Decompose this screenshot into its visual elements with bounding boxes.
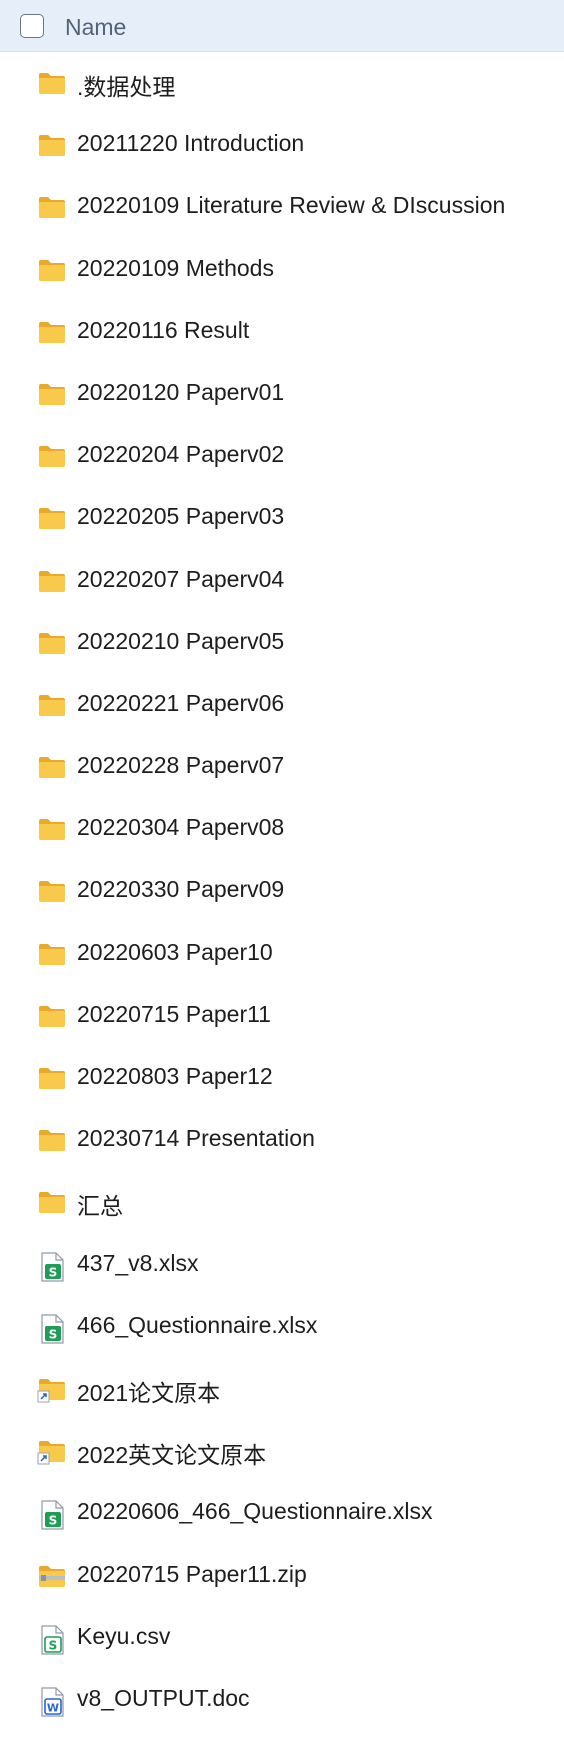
spreadsheet-file-icon: S — [37, 1251, 67, 1282]
item-name: 20230714 Presentation — [77, 1125, 315, 1152]
item-name: 2021论文原本 — [77, 1379, 221, 1406]
folder-row[interactable]: 20220210 Paperv05 — [0, 612, 564, 674]
zip-folder-icon — [37, 1563, 67, 1591]
file-row[interactable]: 20220715 Paper11.zip — [0, 1545, 564, 1607]
folder-icon — [37, 319, 67, 347]
folder-icon — [37, 1127, 67, 1155]
folder-row[interactable]: 20220205 Paperv03 — [0, 487, 564, 549]
folder-icon — [37, 505, 67, 533]
spreadsheet-file-icon: S — [37, 1314, 67, 1344]
folder-icon — [37, 194, 67, 222]
item-name: 2022英文论文原本 — [77, 1442, 267, 1469]
folder-icon — [37, 381, 67, 409]
folder-row[interactable]: 20220803 Paper12 — [0, 1047, 564, 1109]
spreadsheet-file-icon: S — [37, 1500, 67, 1530]
name-column-header[interactable]: Name — [65, 14, 126, 41]
svg-text:S: S — [49, 1638, 58, 1652]
folder-row[interactable]: 汇总 — [0, 1171, 564, 1233]
item-name: Keyu.csv — [77, 1622, 171, 1649]
folder-row[interactable]: 20220204 Paperv02 — [0, 425, 564, 487]
file-list: .数据处理 20211220 Introduction 20220109 Lit… — [0, 52, 564, 1731]
folder-icon — [37, 816, 67, 844]
item-name: 20220207 Paperv04 — [77, 565, 285, 592]
folder-row[interactable]: 20220304 Paperv08 — [0, 798, 564, 860]
item-name: 20220715 Paper11.zip — [77, 1560, 307, 1587]
folder-row[interactable]: 20220330 Paperv09 — [0, 860, 564, 922]
item-name: 20220221 Paperv06 — [77, 689, 285, 716]
folder-icon — [37, 878, 67, 906]
file-row[interactable]: S 437_v8.xlsx — [0, 1234, 564, 1296]
folder-icon — [37, 754, 67, 782]
svg-text:S: S — [49, 1514, 58, 1528]
folder-icon — [37, 443, 67, 471]
folder-icon — [37, 132, 67, 160]
csv-file-icon: S — [37, 1625, 67, 1655]
svg-text:W: W — [47, 1701, 59, 1714]
item-name: 20220109 Literature Review & DIscussion — [77, 192, 506, 219]
folder-row[interactable]: 20230714 Presentation — [0, 1109, 564, 1171]
item-name: 20220603 Paper10 — [77, 938, 273, 965]
folder-row[interactable]: 20211220 Introduction — [0, 114, 564, 176]
folder-shortcut-icon — [37, 1376, 67, 1404]
folder-icon — [37, 70, 67, 98]
column-header: Name — [0, 0, 564, 52]
svg-text:S: S — [49, 1265, 58, 1279]
folder-shortcut-icon — [37, 1438, 67, 1466]
file-row[interactable]: S Keyu.csv — [0, 1607, 564, 1669]
folder-row[interactable]: 20220228 Paperv07 — [0, 736, 564, 798]
folder-row[interactable]: 20220207 Paperv04 — [0, 550, 564, 612]
folder-icon — [37, 630, 67, 658]
word-document-icon: W — [37, 1687, 67, 1717]
folder-row[interactable]: 2022英文论文原本 — [0, 1420, 564, 1482]
folder-icon — [37, 692, 67, 720]
folder-row[interactable]: 20220603 Paper10 — [0, 923, 564, 985]
folder-icon — [37, 1065, 67, 1093]
folder-row[interactable]: 20220109 Methods — [0, 239, 564, 301]
item-name: .数据处理 — [77, 74, 176, 100]
item-name: 20220205 Paperv03 — [77, 503, 285, 530]
item-name: 20220803 Paper12 — [77, 1063, 273, 1089]
folder-row[interactable]: 20220715 Paper11 — [0, 985, 564, 1047]
item-name: 20220330 Paperv09 — [77, 876, 285, 903]
folder-row[interactable]: 2021论文原本 — [0, 1358, 564, 1420]
select-all-checkbox[interactable] — [20, 14, 44, 38]
item-name: 20220606_466_Questionnaire.xlsx — [77, 1498, 433, 1525]
file-row[interactable]: S 20220606_466_Questionnaire.xlsx — [0, 1482, 564, 1544]
folder-icon — [37, 568, 67, 596]
item-name: 20211220 Introduction — [77, 130, 305, 157]
item-name: 20220109 Methods — [77, 254, 274, 281]
item-name: 20220210 Paperv05 — [77, 627, 285, 654]
folder-row[interactable]: 20220116 Result — [0, 301, 564, 363]
folder-row[interactable]: .数据处理 — [0, 52, 564, 114]
file-row[interactable]: W v8_OUTPUT.doc — [0, 1669, 564, 1731]
file-row[interactable]: S 466_Questionnaire.xlsx — [0, 1296, 564, 1358]
folder-row[interactable]: 20220120 Paperv01 — [0, 363, 564, 425]
item-name: 20220204 Paperv02 — [77, 441, 285, 468]
folder-row[interactable]: 20220221 Paperv06 — [0, 674, 564, 736]
folder-icon — [37, 1189, 67, 1217]
folder-row[interactable]: 20220109 Literature Review & DIscussion — [0, 176, 564, 238]
item-name: 20220715 Paper11 — [77, 1000, 271, 1027]
item-name: 20220116 Result — [77, 316, 250, 343]
svg-text:S: S — [49, 1327, 58, 1341]
folder-icon — [37, 257, 67, 285]
item-name: v8_OUTPUT.doc — [77, 1684, 250, 1711]
item-name: 20220228 Paperv07 — [77, 752, 285, 779]
item-name: 汇总 — [77, 1193, 123, 1220]
folder-icon — [37, 941, 67, 969]
item-name: 20220304 Paperv08 — [77, 814, 285, 841]
folder-icon — [37, 1003, 67, 1031]
item-name: 466_Questionnaire.xlsx — [77, 1311, 318, 1338]
item-name: 437_v8.xlsx — [77, 1249, 199, 1276]
item-name: 20220120 Paperv01 — [77, 378, 285, 405]
